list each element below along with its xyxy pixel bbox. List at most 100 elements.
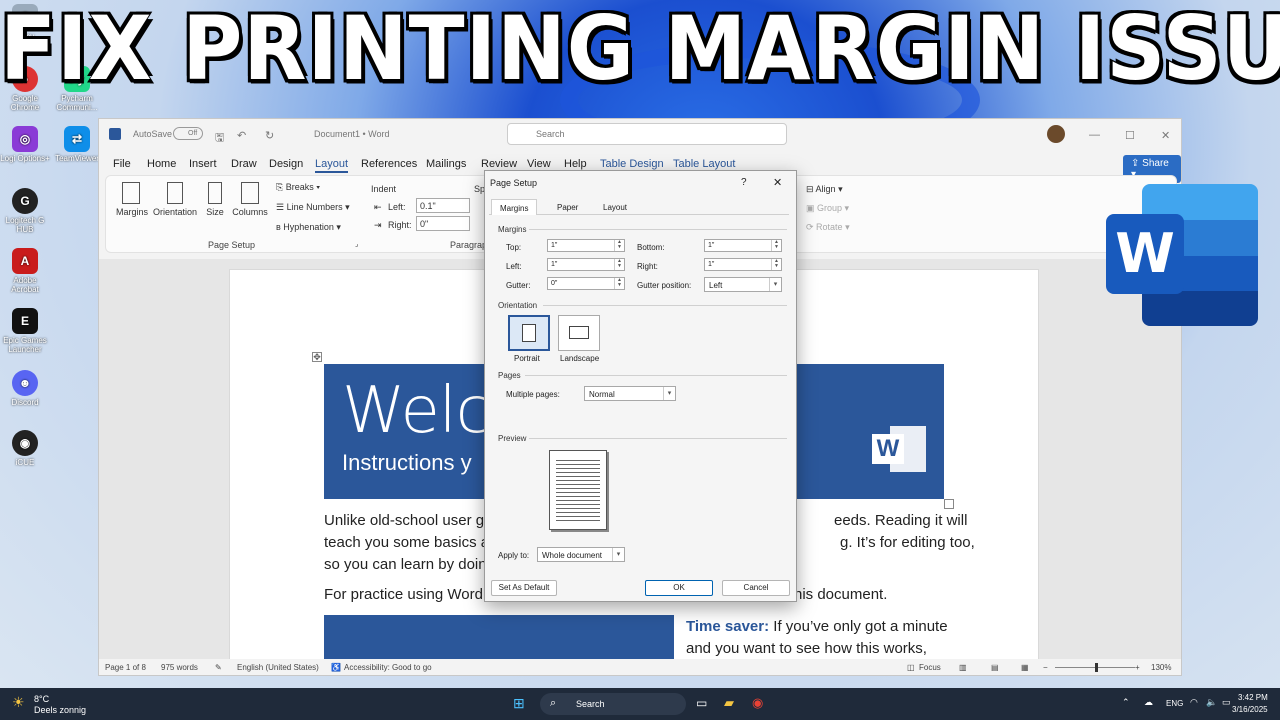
tab-review[interactable]: Review: [481, 158, 517, 170]
help-icon[interactable]: ?: [741, 177, 747, 188]
tab-margins[interactable]: Margins: [491, 199, 538, 215]
search-box[interactable]: Search: [507, 123, 787, 145]
undo-icon[interactable]: ↶: [237, 129, 246, 142]
set-as-default-button[interactable]: Set As Default: [491, 580, 557, 596]
tab-design[interactable]: Design: [269, 158, 303, 170]
weather-temp[interactable]: 8°C: [34, 694, 49, 704]
tab-paper[interactable]: Paper: [549, 199, 586, 215]
table-resize-handle[interactable]: [944, 499, 954, 509]
tab-table-layout[interactable]: Table Layout: [673, 158, 735, 170]
save-icon[interactable]: 🖫: [215, 129, 224, 148]
desktop-icon-acrobat[interactable]: A Adobe Acrobat: [0, 248, 50, 294]
clock-time[interactable]: 3:42 PM: [1238, 693, 1268, 702]
indent-right-input[interactable]: 0": [416, 216, 470, 231]
taskbar-search[interactable]: ⌕ Search: [540, 693, 686, 715]
tab-view[interactable]: View: [527, 158, 551, 170]
tab-insert[interactable]: Insert: [189, 158, 217, 170]
desktop-icon-discord[interactable]: ☻ Discord: [0, 370, 50, 407]
minimize-icon[interactable]: —: [1089, 129, 1100, 141]
spinner-arrows-icon[interactable]: ▲ ▼: [614, 278, 624, 289]
desktop-icon-ghub[interactable]: G Logitech G HUB: [0, 188, 50, 234]
orientation-button[interactable]: Orientation: [148, 182, 202, 217]
clock-date[interactable]: 3/16/2025: [1232, 705, 1268, 714]
align-button[interactable]: ⊟ Align ▾: [806, 184, 843, 195]
tab-home[interactable]: Home: [147, 158, 176, 170]
spinner-arrows-icon[interactable]: ▲ ▼: [614, 259, 624, 270]
onedrive-icon[interactable]: ☁: [1144, 697, 1153, 708]
language-status[interactable]: English (United States): [237, 663, 319, 672]
group-button[interactable]: ▣ Group ▾: [806, 203, 849, 214]
tray-chevron-icon[interactable]: ⌃: [1122, 697, 1130, 708]
tab-layout-dialog[interactable]: Layout: [595, 199, 635, 215]
margins-button[interactable]: Margins: [116, 182, 148, 217]
language-indicator[interactable]: ENG: [1166, 699, 1183, 708]
landscape-option[interactable]: [558, 315, 600, 351]
read-mode-icon[interactable]: ▥: [959, 663, 967, 672]
zoom-slider[interactable]: [1055, 663, 1135, 672]
file-explorer-icon[interactable]: ▰: [724, 695, 734, 711]
gutter-position-select[interactable]: Left ▾: [704, 277, 782, 292]
columns-label: Columns: [232, 207, 268, 217]
accessibility-icon: ♿: [331, 663, 341, 672]
tab-references[interactable]: References: [361, 158, 417, 170]
word-count[interactable]: 975 words: [161, 663, 198, 672]
wifi-icon[interactable]: ◠: [1190, 697, 1198, 708]
volume-icon[interactable]: 🔈: [1206, 697, 1217, 708]
zoom-slider-thumb[interactable]: [1095, 663, 1098, 672]
spinner-arrows-icon[interactable]: ▲ ▼: [771, 259, 781, 270]
zoom-in-icon[interactable]: +: [1135, 663, 1140, 672]
breaks-button[interactable]: ⎘ Breaks ▾: [276, 182, 320, 193]
apply-to-select[interactable]: Whole document ▾: [537, 547, 625, 562]
zoom-level[interactable]: 130%: [1151, 663, 1171, 672]
desktop-icon-teamviewer[interactable]: ⇄ TeamViewer: [52, 126, 102, 163]
proofing-icon[interactable]: ✎: [215, 663, 222, 672]
top-margin-input[interactable]: 1" ▲ ▼: [547, 239, 625, 252]
spinner-arrows-icon[interactable]: ▲ ▼: [614, 240, 624, 251]
right-margin-input[interactable]: 1" ▲ ▼: [704, 258, 782, 271]
dialog-close-icon[interactable]: ✕: [773, 176, 782, 189]
desktop-icon-icue[interactable]: ◉ iCUE: [0, 430, 50, 467]
desktop-icon-logi[interactable]: ◎ Logi Options+: [0, 126, 50, 163]
battery-icon[interactable]: ▭: [1222, 697, 1231, 708]
ok-button[interactable]: OK: [645, 580, 713, 596]
start-icon[interactable]: ⊞: [513, 695, 525, 712]
redo-icon[interactable]: ↻: [265, 129, 274, 142]
indent-left-input[interactable]: 0.1": [416, 198, 470, 213]
weather-icon[interactable]: ☀: [12, 694, 25, 711]
zoom-out-icon[interactable]: −: [1043, 663, 1048, 672]
focus-button[interactable]: Focus: [919, 663, 941, 672]
tab-layout[interactable]: Layout: [315, 158, 349, 173]
maximize-icon[interactable]: ☐: [1125, 129, 1135, 142]
tab-help[interactable]: Help: [564, 158, 587, 170]
multiple-pages-select[interactable]: Normal ▾: [584, 386, 676, 401]
table-move-handle-icon[interactable]: ✥: [312, 352, 322, 362]
tab-table-design[interactable]: Table Design: [600, 158, 664, 170]
tab-file[interactable]: File: [113, 158, 131, 170]
desktop-icon-epic[interactable]: E Epic Games Launcher: [0, 308, 50, 354]
close-icon[interactable]: ✕: [1161, 129, 1170, 142]
columns-button[interactable]: Columns: [230, 182, 270, 217]
spinner-arrows-icon[interactable]: ▲ ▼: [771, 240, 781, 251]
left-margin-input[interactable]: 1" ▲ ▼: [547, 258, 625, 271]
hyphenation-button[interactable]: ʙ Hyphenation ▾: [276, 222, 341, 233]
rotate-button[interactable]: ⟳ Rotate ▾: [806, 222, 850, 233]
autosave-toggle[interactable]: Off: [173, 127, 203, 140]
accessibility-status[interactable]: Accessibility: Good to go: [344, 663, 432, 672]
portrait-option[interactable]: [508, 315, 550, 351]
print-layout-icon[interactable]: ▤: [991, 663, 999, 672]
tab-draw[interactable]: Draw: [231, 158, 257, 170]
avatar[interactable]: [1047, 125, 1065, 143]
tab-mailings[interactable]: Mailings: [426, 158, 466, 170]
web-layout-icon[interactable]: ▦: [1021, 663, 1029, 672]
page-count[interactable]: Page 1 of 8: [105, 663, 146, 672]
chrome-taskbar-icon[interactable]: ◉: [752, 695, 763, 711]
line-numbers-button[interactable]: ☰ Line Numbers ▾: [276, 202, 350, 213]
left-margin-value: 1": [551, 261, 558, 268]
bottom-margin-input[interactable]: 1" ▲ ▼: [704, 239, 782, 252]
gutter-input[interactable]: 0" ▲ ▼: [547, 277, 625, 290]
weather-desc[interactable]: Deels zonnig: [34, 705, 86, 715]
task-view-icon[interactable]: ▭: [696, 696, 707, 710]
cancel-button[interactable]: Cancel: [722, 580, 790, 596]
size-button[interactable]: Size: [204, 182, 226, 217]
page-setup-launcher-icon[interactable]: ⌟: [355, 240, 358, 248]
